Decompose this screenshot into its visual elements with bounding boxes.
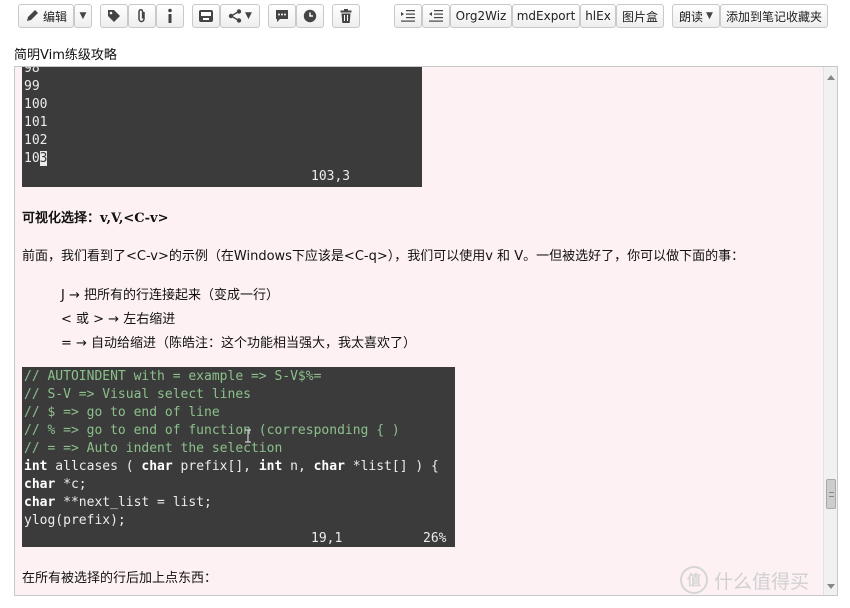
paragraph: 在所有被选择的行后加上点东西： xyxy=(22,571,218,586)
code-comment: // $ => go to end of line xyxy=(24,405,220,420)
share-button[interactable]: ▼ xyxy=(220,4,260,28)
terminal-line-cursor: 103 xyxy=(24,150,48,168)
text-cursor-icon xyxy=(245,429,251,443)
picbox-button[interactable]: 图片盒 xyxy=(616,4,664,28)
code-text: prefix[], xyxy=(172,459,259,474)
watermark: 值 什么值得买 xyxy=(680,566,809,594)
code-comment: // S-V => Visual select lines xyxy=(24,387,251,402)
paperclip-icon xyxy=(138,8,145,23)
attachment-button[interactable] xyxy=(128,4,156,28)
code-keyword: char xyxy=(24,495,56,510)
terminal-text: 10 xyxy=(24,151,40,166)
code-line: char *c; xyxy=(24,476,87,494)
mdexport-label: mdExport xyxy=(516,9,576,23)
terminal-status-percent: 26% xyxy=(423,531,447,546)
comment-icon xyxy=(276,10,288,22)
code-text: *list[] ) { xyxy=(344,459,439,474)
indent-button[interactable] xyxy=(394,4,422,28)
trash-icon xyxy=(340,9,352,23)
list-outdent-icon xyxy=(429,10,443,22)
edit-button[interactable]: 编辑 xyxy=(18,4,74,28)
terminal-line: 100 xyxy=(24,97,48,112)
edit-dropdown-button[interactable]: ▼ xyxy=(74,4,92,28)
picbox-label: 图片盒 xyxy=(621,9,658,24)
add-to-notebook-label: 添加到笔记收藏夹 xyxy=(725,9,822,24)
org2wiz-button[interactable]: Org2Wiz xyxy=(450,4,512,28)
scroll-up-icon[interactable] xyxy=(827,75,835,80)
code-keyword: char xyxy=(141,459,173,474)
vim-terminal-line-numbers: 98 99 100 101 102 103 103,3 xyxy=(22,67,422,187)
tag-icon xyxy=(108,10,120,22)
archive-button[interactable] xyxy=(192,4,220,28)
terminal-line: 99 xyxy=(24,79,40,94)
delete-button[interactable] xyxy=(332,4,360,28)
code-line: char **next_list = list; xyxy=(24,494,212,512)
tag-button[interactable] xyxy=(100,4,128,28)
watermark-logo-icon: 值 xyxy=(680,566,708,594)
scroll-down-icon[interactable] xyxy=(827,584,835,589)
add-to-notebook-button[interactable]: 添加到笔记收藏夹 xyxy=(720,4,828,28)
code-text: *c; xyxy=(55,477,87,492)
code-keyword: char xyxy=(24,477,56,492)
info-icon xyxy=(168,8,172,23)
share-icon xyxy=(228,9,242,23)
code-keyword: char xyxy=(313,459,345,474)
list-item: J → 把所有的行连接起来（变成一行） xyxy=(61,288,279,303)
scrollbar-thumb[interactable] xyxy=(826,479,836,509)
list-item: < 或 > → 左右缩进 xyxy=(61,312,176,327)
outdent-button[interactable] xyxy=(422,4,450,28)
inbox-icon xyxy=(199,10,213,22)
clock-icon xyxy=(303,9,317,23)
section-heading-cn: 可视化选择： xyxy=(22,211,101,226)
history-button[interactable] xyxy=(296,4,324,28)
terminal-cursor: 3 xyxy=(39,151,48,166)
note-viewer[interactable]: 98 99 100 101 102 103 103,3 可视化选择：v,V,<C… xyxy=(14,66,838,596)
terminal-line: 98 xyxy=(24,67,40,76)
watermark-text: 什么值得买 xyxy=(714,570,810,593)
code-text: **next_list = list; xyxy=(55,495,212,510)
terminal-status-position: 19,1 xyxy=(311,531,343,546)
note-content: 98 99 100 101 102 103 103,3 可视化选择：v,V,<C… xyxy=(15,67,823,595)
code-text: allcases ( xyxy=(47,459,142,474)
edit-label: 编辑 xyxy=(42,9,67,24)
code-keyword: int xyxy=(258,459,283,474)
read-label: 朗读 xyxy=(679,9,704,24)
terminal-line: 101 xyxy=(24,115,48,130)
code-comment: // AUTOINDENT with = example => S-V$%= xyxy=(24,369,322,384)
section-heading: 可视化选择：v,V,<C-v> xyxy=(22,207,168,226)
hlex-label: hlEx xyxy=(585,9,611,23)
mdexport-button[interactable]: mdExport xyxy=(512,4,580,28)
vertical-scrollbar[interactable] xyxy=(823,67,837,595)
read-aloud-button[interactable]: 朗读 ▼ xyxy=(672,4,720,28)
code-line: ylog(prefix); xyxy=(24,513,126,528)
document-title: 简明Vim练级攻略 xyxy=(14,48,117,63)
vim-terminal-code: // AUTOINDENT with = example => S-V$%= /… xyxy=(22,367,455,547)
paragraph: 前面，我们看到了<C-v>的示例（在Windows下应该是<C-q>），我们可以… xyxy=(22,249,745,264)
toolbar: 编辑 ▼ ▼ Org2Wiz mdExport hlEx 图片盒 朗读 ▼ 添加到… xyxy=(0,0,850,36)
pencil-icon xyxy=(26,10,38,21)
org2wiz-label: Org2Wiz xyxy=(455,9,507,23)
terminal-status-position: 103,3 xyxy=(311,169,351,184)
hlex-button[interactable]: hlEx xyxy=(580,4,616,28)
info-button[interactable] xyxy=(156,4,184,28)
terminal-line: 102 xyxy=(24,133,48,148)
code-keyword: int xyxy=(24,459,48,474)
list-item: = → 自动给缩进（陈皓注：这个功能相当强大，我太喜欢了） xyxy=(61,336,417,351)
code-line: int allcases ( char prefix[], int n, cha… xyxy=(24,458,439,476)
section-heading-keys: v,V,<C-v> xyxy=(100,211,169,226)
code-text: n, xyxy=(282,459,314,474)
list-indent-icon xyxy=(401,10,415,22)
comment-button[interactable] xyxy=(268,4,296,28)
code-comment: // % => go to end of function (correspon… xyxy=(24,423,400,438)
